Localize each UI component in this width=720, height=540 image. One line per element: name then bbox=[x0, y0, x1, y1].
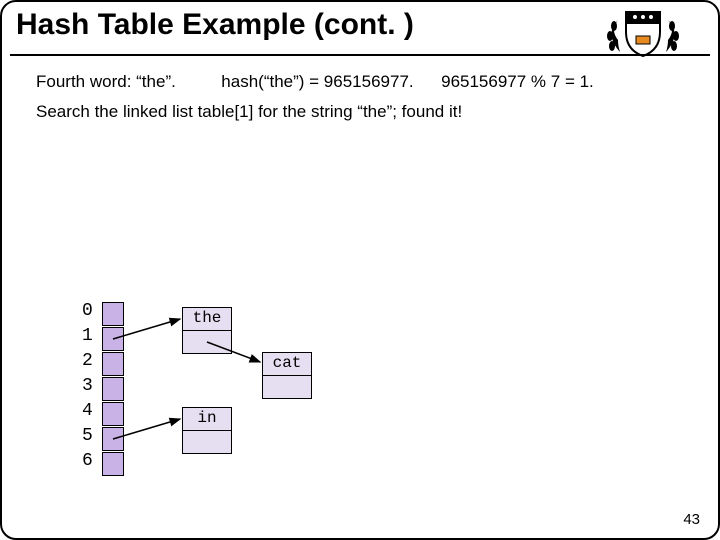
text-line-1: Fourth word: “the”. hash(“the”) = 965156… bbox=[36, 72, 698, 92]
bucket-indices: 0 1 2 3 4 5 6 bbox=[82, 299, 93, 474]
bucket-1 bbox=[102, 327, 124, 351]
bucket-5 bbox=[102, 427, 124, 451]
page-number: 43 bbox=[683, 511, 700, 528]
bucket-3 bbox=[102, 377, 124, 401]
text-line-2: Search the linked list table[1] for the … bbox=[36, 102, 462, 122]
line1-part-a: Fourth word: “the”. bbox=[36, 72, 176, 91]
line1-part-b: hash(“the”) = 965156977. bbox=[221, 72, 413, 91]
node-cat: cat bbox=[262, 352, 312, 399]
node-the: the bbox=[182, 307, 232, 354]
title-underline bbox=[10, 54, 710, 56]
index-1: 1 bbox=[82, 324, 93, 349]
node-in-next bbox=[183, 431, 231, 453]
index-2: 2 bbox=[82, 349, 93, 374]
slide-frame: Hash Table Example (cont. ) Fourth word:… bbox=[0, 0, 720, 540]
bucket-4 bbox=[102, 402, 124, 426]
node-in-label: in bbox=[183, 408, 231, 431]
index-3: 3 bbox=[82, 374, 93, 399]
node-the-next bbox=[183, 331, 231, 353]
bucket-6 bbox=[102, 452, 124, 476]
index-5: 5 bbox=[82, 424, 93, 449]
index-0: 0 bbox=[82, 299, 93, 324]
line1-part-c: 965156977 % 7 = 1. bbox=[441, 72, 594, 91]
node-the-label: the bbox=[183, 308, 231, 331]
node-in: in bbox=[182, 407, 232, 454]
index-6: 6 bbox=[82, 449, 93, 474]
index-4: 4 bbox=[82, 399, 93, 424]
node-cat-label: cat bbox=[263, 353, 311, 376]
slide-title: Hash Table Example (cont. ) bbox=[16, 8, 414, 42]
bucket-2 bbox=[102, 352, 124, 376]
bucket-0 bbox=[102, 302, 124, 326]
node-cat-next bbox=[263, 376, 311, 398]
